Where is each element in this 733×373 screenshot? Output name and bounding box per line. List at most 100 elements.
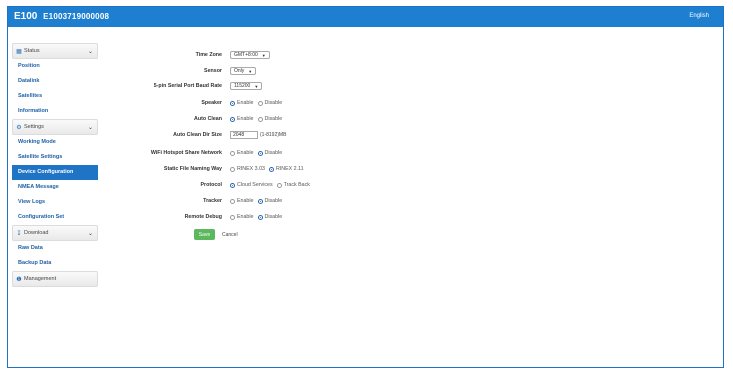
auto-clean-dir-size-input[interactable]: 2048: [230, 131, 258, 139]
sidebar-section-management[interactable]: ❶ Management: [12, 271, 98, 287]
cloud-services-radio[interactable]: Cloud Services: [230, 182, 273, 188]
sidebar-section-label: Settings: [24, 124, 44, 130]
radio-label: Disable: [264, 198, 283, 204]
speaker-enable-radio[interactable]: Enable: [230, 100, 254, 106]
radio-button-icon: [257, 116, 263, 122]
radio-button-icon: [230, 182, 235, 188]
rinex-211-radio[interactable]: RINEX 2.11: [268, 166, 304, 172]
top-bar: E100 E1003719000008 English: [8, 7, 723, 27]
sidebar-section-label: Status: [24, 48, 40, 54]
static-file-naming-label: Static File Naming Way: [163, 166, 222, 172]
wifi-hotspot-label: WiFi Hotspot Share Network: [150, 150, 222, 156]
sidebar-item-datalink[interactable]: Datalink: [12, 74, 98, 89]
radio-label: Enable: [237, 150, 254, 156]
auto-clean-enable-radio[interactable]: Enable: [230, 116, 254, 122]
gear-icon: ⚙: [16, 124, 22, 131]
baud-rate-row: 5-pin Serial Port Baud Rate 115200 ▼: [108, 80, 408, 92]
save-button[interactable]: Save: [194, 229, 215, 240]
chevron-down-icon: ⌄: [87, 49, 93, 55]
form-actions: Save Cancel: [194, 229, 238, 240]
tracker-enable-radio[interactable]: Enable: [230, 198, 254, 204]
auto-clean-label: Auto Clean: [194, 116, 222, 122]
sidebar-item-position[interactable]: Position: [12, 59, 98, 74]
auto-clean-disable-radio[interactable]: Disable: [257, 116, 283, 122]
radio-button-icon: [257, 198, 263, 204]
radio-button-icon: [230, 100, 235, 106]
auto-clean-dir-size-label: Auto Clean Dir Size: [173, 132, 222, 138]
sidebar-section-download[interactable]: ↧ Download ⌄: [12, 225, 98, 241]
dropdown-arrow-icon: ▼: [254, 83, 259, 89]
device-serial: E1003719000008: [43, 12, 110, 21]
sidebar-section-label: Management: [24, 276, 57, 282]
tracker-disable-radio[interactable]: Disable: [257, 198, 283, 204]
baud-rate-label: 5-pin Serial Port Baud Rate: [153, 83, 222, 89]
radio-label: Enable: [237, 198, 254, 204]
sidebar-item-configuration-set[interactable]: Configuration Set: [12, 210, 98, 225]
speaker-disable-radio[interactable]: Disable: [257, 100, 282, 106]
time-zone-row: Time Zone GMT+8:00 ▼: [108, 49, 408, 61]
chevron-down-icon: ⌄: [87, 231, 93, 237]
wifi-hotspot-enable-radio[interactable]: Enable: [230, 150, 254, 156]
sidebar-item-device-configuration[interactable]: Device Configuration: [12, 165, 98, 180]
radio-label: Enable: [237, 214, 254, 220]
auto-clean-dir-size-row: Auto Clean Dir Size 2048 (1-8192)MB: [108, 129, 408, 141]
download-icon: ↧: [16, 230, 22, 237]
sidebar-item-working-mode[interactable]: Working Mode: [12, 135, 98, 150]
wifi-hotspot-row: WiFi Hotspot Share Network Enable Disabl…: [108, 147, 408, 159]
rinex-303-radio[interactable]: RINEX 3.03: [230, 166, 265, 172]
time-zone-select[interactable]: GMT+8:00 ▼: [230, 51, 270, 59]
sidebar-item-raw-data[interactable]: Raw Data: [12, 241, 98, 256]
radio-button-icon: [257, 214, 263, 220]
sidebar-item-information[interactable]: Information: [12, 104, 98, 119]
time-zone-label: Time Zone: [195, 52, 222, 58]
radio-label: Disable: [264, 150, 283, 156]
sidebar-section-label: Download: [24, 230, 49, 236]
radio-button-icon: [257, 150, 263, 156]
sidebar-section-settings[interactable]: ⚙ Settings ⌄: [12, 119, 98, 135]
remote-debug-label: Remote Debug: [184, 214, 222, 220]
dropdown-arrow-icon: ▼: [248, 68, 253, 74]
radio-label: Cloud Services: [237, 182, 273, 188]
device-title: E100 E1003719000008: [14, 11, 109, 22]
speaker-label: Speaker: [201, 100, 222, 106]
info-icon: ❶: [16, 276, 22, 283]
sensor-select[interactable]: Only ▼: [230, 67, 257, 75]
sidebar-item-satellites[interactable]: Satellites: [12, 89, 98, 104]
remote-debug-row: Remote Debug Enable Disable: [108, 211, 408, 223]
chevron-down-icon: ⌄: [87, 125, 93, 131]
sensor-value: Only: [234, 68, 245, 74]
radio-label: Disable: [264, 116, 283, 122]
sidebar-item-satellite-settings[interactable]: Satellite Settings: [12, 150, 98, 165]
cancel-button[interactable]: Cancel: [222, 232, 238, 238]
radio-button-icon: [268, 166, 274, 172]
sidebar-item-nmea-message[interactable]: NMEA Message: [12, 180, 98, 195]
remote-debug-enable-radio[interactable]: Enable: [230, 214, 254, 220]
radio-button-icon: [230, 116, 235, 122]
auto-clean-row: Auto Clean Enable Disable: [108, 113, 408, 125]
radio-label: Disable: [264, 214, 283, 220]
sensor-row: Sensor Only ▼: [108, 65, 408, 77]
tracker-label: Tracker: [203, 198, 222, 204]
device-model: E100: [14, 11, 38, 22]
dropdown-arrow-icon: ▼: [261, 52, 266, 58]
static-file-naming-row: Static File Naming Way RINEX 3.03 RINEX …: [108, 163, 408, 175]
radio-button-icon: [230, 166, 235, 172]
baud-rate-value: 115200: [234, 83, 251, 89]
app-frame: E100 E1003719000008 English ▦ Status ⌄ P…: [7, 6, 724, 368]
wifi-hotspot-disable-radio[interactable]: Disable: [257, 150, 283, 156]
baud-rate-select[interactable]: 115200 ▼: [230, 82, 263, 90]
language-link[interactable]: English: [689, 13, 709, 19]
track-back-radio[interactable]: Track Back: [276, 182, 310, 188]
tracker-row: Tracker Enable Disable: [108, 195, 408, 207]
sidebar-item-backup-data[interactable]: Backup Data: [12, 256, 98, 271]
radio-button-icon: [230, 198, 235, 204]
radio-label: RINEX 3.03: [237, 166, 265, 172]
remote-debug-disable-radio[interactable]: Disable: [257, 214, 283, 220]
time-zone-value: GMT+8:00: [234, 52, 258, 58]
radio-label: RINEX 2.11: [275, 166, 304, 172]
sidebar-item-view-logs[interactable]: View Logs: [12, 195, 98, 210]
radio-label: Enable: [237, 116, 254, 122]
protocol-label: Protocol: [200, 182, 222, 188]
auto-clean-dir-size-unit: (1-8192)MB: [260, 132, 287, 138]
sidebar-section-status[interactable]: ▦ Status ⌄: [12, 43, 98, 59]
